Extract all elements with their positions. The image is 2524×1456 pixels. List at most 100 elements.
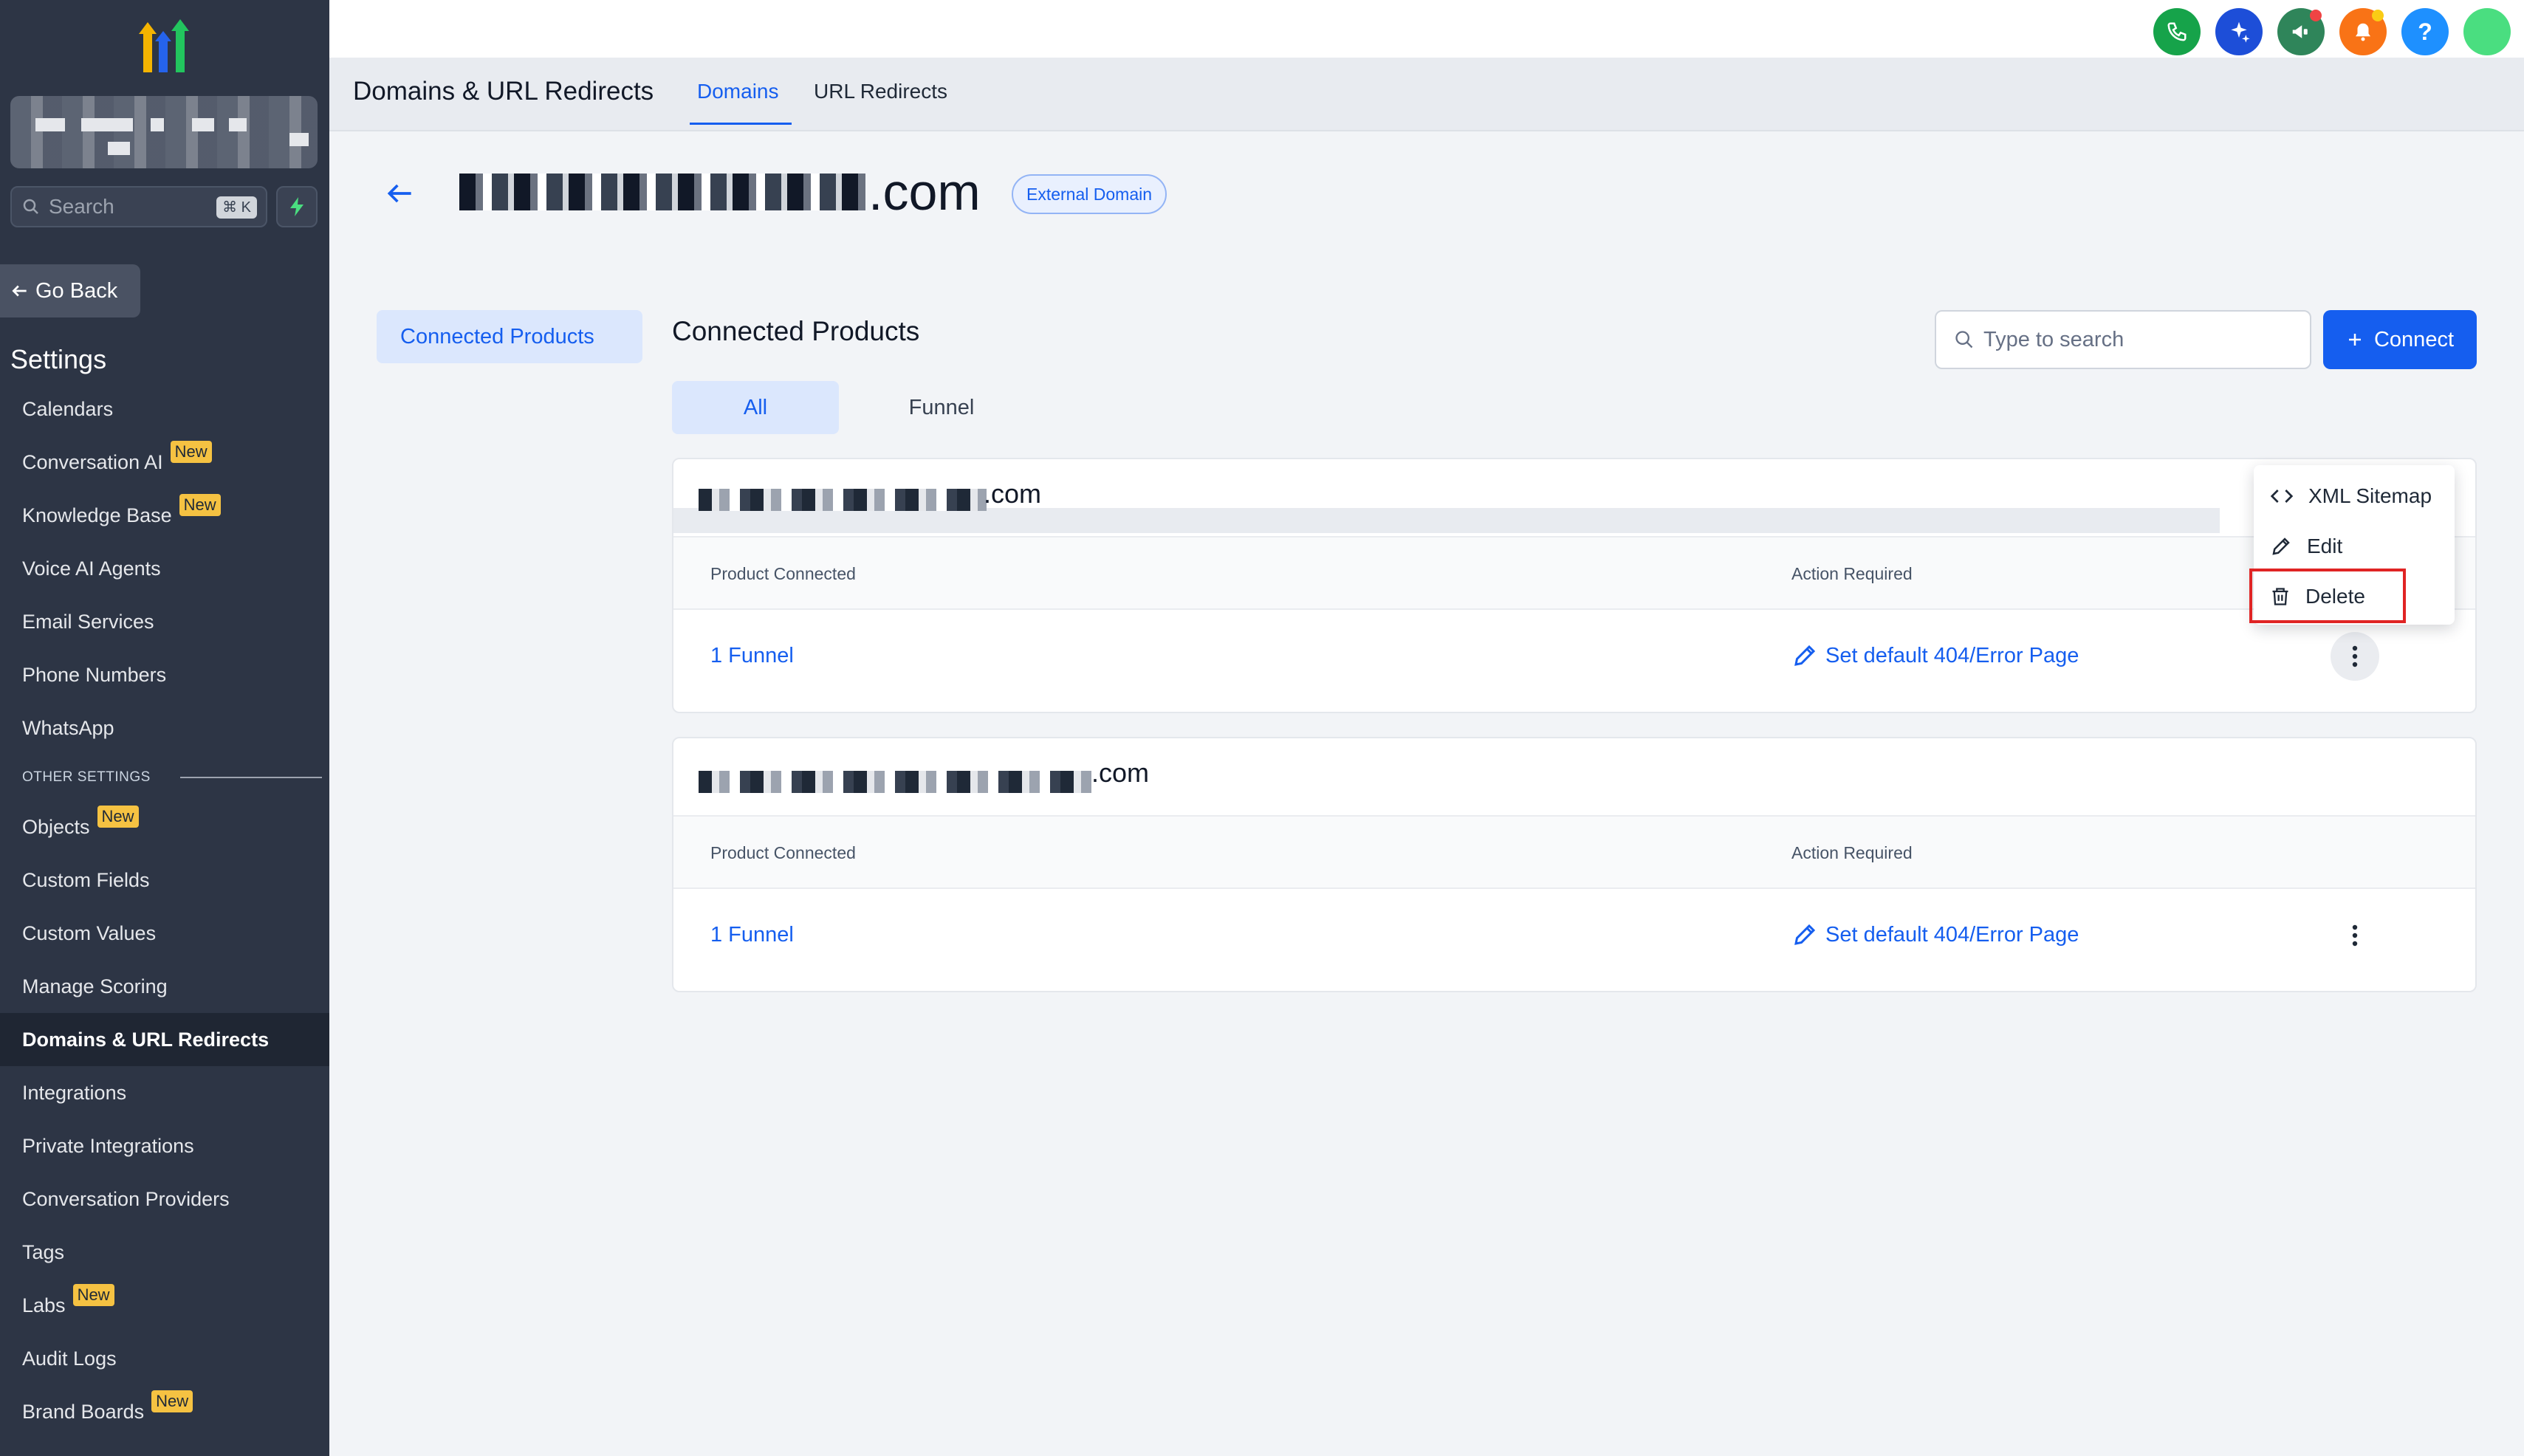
sidebar-item-whatsapp[interactable]: WhatsApp	[0, 701, 329, 755]
notification-dot	[2310, 10, 2322, 21]
menu-item-edit[interactable]: Edit	[2254, 521, 2455, 571]
filter-all[interactable]: All	[672, 381, 839, 434]
sidebar-item-objects[interactable]: Objects New	[0, 800, 329, 854]
sidebar-item-label: Objects	[22, 815, 90, 838]
menu-item-label: XML Sitemap	[2308, 484, 2432, 507]
sidebar-item-private-integrations[interactable]: Private Integrations	[0, 1119, 329, 1172]
connect-label: Connect	[2373, 327, 2454, 351]
bell-icon[interactable]	[2339, 8, 2387, 55]
sidebar-item-manage-scoring[interactable]: Manage Scoring	[0, 960, 329, 1013]
menu-item-xml-sitemap[interactable]: XML Sitemap	[2254, 471, 2455, 521]
sidebar-search[interactable]: Search ⌘ K	[10, 186, 267, 227]
avatar[interactable]	[2463, 8, 2511, 55]
tab-url-redirects[interactable]: URL Redirects	[814, 80, 947, 103]
sidebar-item-conversation-ai[interactable]: Conversation AI New	[0, 436, 329, 489]
help-glyph: ?	[2418, 18, 2432, 45]
action-label: Set default 404/Error Page	[1825, 922, 2079, 947]
table-header: Product Connected Action Required	[673, 815, 2475, 889]
card-domain-row: .com	[673, 459, 2475, 536]
delete-highlight-box	[2249, 569, 2406, 623]
sidebar-item-label: Custom Values	[22, 921, 157, 944]
domain-card: .com Product Connected Action Required 1…	[672, 737, 2477, 992]
divider-line	[179, 777, 322, 778]
sidebar-item-label: Domains & URL Redirects	[22, 1028, 270, 1051]
top-bar: ?	[329, 0, 2524, 58]
card-scrollbar	[673, 508, 2220, 533]
app-logo	[130, 18, 196, 77]
product-search-input[interactable]	[1983, 327, 2294, 352]
sidebar-item-custom-values[interactable]: Custom Values	[0, 907, 329, 960]
sidebar-item-integrations[interactable]: Integrations	[0, 1066, 329, 1119]
sidebar-item-labs[interactable]: Labs New	[0, 1279, 329, 1332]
account-switcher[interactable]	[10, 96, 318, 168]
sidebar-item-tags[interactable]: Tags	[0, 1226, 329, 1279]
more-options-button[interactable]	[2331, 911, 2379, 960]
redacted-domain	[699, 771, 1097, 793]
notification-dot	[2372, 10, 2384, 21]
settings-nav: Calendars Conversation AI New Knowledge B…	[0, 382, 329, 1438]
quick-action-button[interactable]	[276, 186, 318, 227]
sidebar: Search ⌘ K Go Back Settings Calendars Co…	[0, 0, 329, 1456]
megaphone-icon[interactable]	[2277, 8, 2325, 55]
sidebar-search-placeholder: Search	[49, 195, 114, 218]
connect-button[interactable]: Connect	[2323, 310, 2477, 369]
kebab-icon	[2352, 645, 2358, 667]
domain-title: .com	[459, 163, 981, 221]
sidebar-item-label: Tags	[22, 1240, 65, 1263]
sidebar-item-phone-numbers[interactable]: Phone Numbers	[0, 648, 329, 701]
sidebar-item-label: Private Integrations	[22, 1134, 194, 1157]
new-badge: New	[179, 494, 221, 516]
sidebar-item-conversation-providers[interactable]: Conversation Providers	[0, 1172, 329, 1226]
table-row: 1 Funnel Set default 404/Error Page	[673, 889, 2475, 982]
sidebar-item-email-services[interactable]: Email Services	[0, 595, 329, 648]
other-settings-divider: OTHER SETTINGS	[0, 755, 329, 800]
product-link[interactable]: 1 Funnel	[710, 644, 794, 668]
column-header-action: Action Required	[1791, 843, 1913, 862]
kebab-icon	[2352, 924, 2358, 947]
sidebar-item-label: Phone Numbers	[22, 663, 167, 686]
table-row: 1 Funnel Set default 404/Error Page	[673, 610, 2475, 703]
sidebar-item-domains[interactable]: Domains & URL Redirects	[0, 1013, 329, 1066]
tab-domains[interactable]: Domains	[689, 80, 793, 125]
domain-card: .com Product Connected Action Required 1…	[672, 458, 2477, 713]
sidebar-item-label: Conversation Providers	[22, 1187, 230, 1210]
set-error-page-link[interactable]: Set default 404/Error Page	[1791, 642, 2079, 669]
filter-funnel[interactable]: Funnel	[871, 381, 1012, 434]
ai-sparkle-icon[interactable]	[2215, 8, 2263, 55]
table-header: Product Connected Action Required	[673, 536, 2475, 610]
back-button[interactable]	[384, 177, 416, 210]
pencil-icon	[1794, 924, 1816, 945]
sidebar-item-label: Integrations	[22, 1081, 127, 1104]
sidebar-item-calendars[interactable]: Calendars	[0, 382, 329, 436]
search-shortcut: ⌘ K	[216, 196, 257, 219]
search-icon	[1955, 331, 1973, 348]
sidebar-item-voice-ai-agents[interactable]: Voice AI Agents	[0, 542, 329, 595]
sidebar-item-label: Calendars	[22, 397, 114, 420]
sidebar-item-label: Custom Fields	[22, 868, 150, 891]
connected-products-tab[interactable]: Connected Products	[377, 310, 642, 363]
column-header-product: Product Connected	[710, 564, 856, 583]
product-search[interactable]	[1935, 310, 2311, 369]
settings-heading: Settings	[10, 344, 107, 374]
bolt-icon	[290, 197, 304, 216]
pencil-icon	[1794, 645, 1816, 666]
sidebar-item-label: WhatsApp	[22, 716, 114, 739]
help-icon[interactable]: ?	[2401, 8, 2449, 55]
set-error-page-link[interactable]: Set default 404/Error Page	[1791, 921, 2079, 948]
menu-item-label: Edit	[2307, 535, 2343, 557]
more-options-button[interactable]	[2331, 632, 2379, 681]
product-link[interactable]: 1 Funnel	[710, 923, 794, 947]
pencil-icon	[2272, 538, 2290, 555]
redacted-domain	[459, 174, 865, 210]
sidebar-item-audit-logs[interactable]: Audit Logs	[0, 1332, 329, 1385]
sidebar-item-brand-boards[interactable]: Brand Boards New	[0, 1385, 329, 1438]
new-badge: New	[72, 1284, 114, 1306]
phone-icon[interactable]	[2153, 8, 2201, 55]
sidebar-item-label: Email Services	[22, 610, 154, 633]
go-back-button[interactable]: Go Back	[0, 264, 140, 317]
sidebar-item-custom-fields[interactable]: Custom Fields	[0, 854, 329, 907]
domain-suffix: .com	[1091, 758, 1150, 788]
sidebar-item-label: Labs	[22, 1294, 66, 1316]
code-icon	[2270, 490, 2294, 503]
sidebar-item-knowledge-base[interactable]: Knowledge Base New	[0, 489, 329, 542]
